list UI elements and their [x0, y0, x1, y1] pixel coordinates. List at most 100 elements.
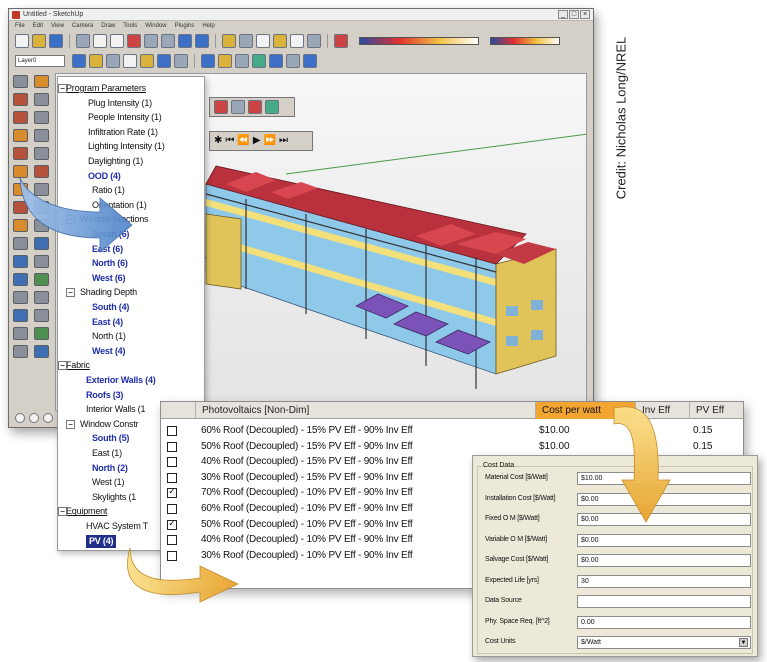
cost-field-input[interactable]: $0.00	[577, 554, 751, 567]
plugin-tool-icon[interactable]	[201, 54, 215, 68]
tree-item[interactable]: Exterior Walls (4)	[86, 374, 156, 387]
cost-field-input[interactable]: 30	[577, 574, 751, 588]
plugin-tool-icon[interactable]	[265, 100, 279, 114]
new-file-icon[interactable]	[15, 34, 29, 48]
circle-icon[interactable]	[13, 129, 28, 142]
tree-item[interactable]: Daylighting (1)	[88, 155, 143, 168]
pan-icon[interactable]	[33, 273, 49, 286]
copy-icon[interactable]	[93, 34, 107, 48]
collapse-toggle-icon[interactable]: −	[66, 288, 75, 298]
plugin-tool-icon[interactable]	[269, 54, 283, 68]
column-header-inv-eff[interactable]: Inv Eff	[635, 402, 689, 419]
open-folder-icon[interactable]	[32, 34, 46, 48]
status-icon[interactable]	[29, 413, 39, 423]
polygon-icon[interactable]	[13, 147, 28, 160]
right-view-icon[interactable]	[273, 34, 287, 48]
freehand-icon[interactable]	[33, 147, 49, 160]
column-header-cost-per-watt[interactable]: Cost per watt	[535, 402, 635, 419]
collapse-toggle-icon[interactable]: −	[66, 419, 75, 429]
left-view-icon[interactable]	[307, 34, 321, 48]
menu-help[interactable]: Help	[202, 21, 214, 31]
checkbox[interactable]	[167, 441, 177, 452]
menu-view[interactable]: View	[51, 21, 64, 31]
line-icon[interactable]	[33, 111, 49, 124]
section-plane-icon[interactable]	[33, 345, 49, 358]
tree-item[interactable]: South (5)	[92, 432, 129, 445]
tree-item[interactable]: West (1)	[92, 476, 124, 489]
save-icon[interactable]	[49, 34, 63, 48]
tree-item[interactable]: Program Parameters	[66, 82, 146, 95]
tree-item[interactable]: Infiltration Rate (1)	[88, 126, 158, 139]
cost-field-input[interactable]: $10.00	[577, 472, 751, 485]
checkbox[interactable]	[167, 426, 177, 436]
text-tool-icon[interactable]	[33, 237, 49, 250]
cost-units-select[interactable]: $/Watt ▼	[577, 636, 751, 649]
tree-item[interactable]: West (6)	[92, 272, 125, 285]
model-info-icon[interactable]	[195, 34, 209, 48]
cost-field-input[interactable]: $0.00	[577, 492, 751, 506]
look-around-icon[interactable]	[13, 345, 28, 358]
orbit-icon[interactable]	[13, 273, 28, 286]
checkbox[interactable]	[167, 504, 177, 514]
position-camera-icon[interactable]	[13, 327, 28, 340]
tree-item[interactable]: North (6)	[92, 257, 128, 270]
play-icon[interactable]: ▶	[253, 136, 261, 146]
3d-text-icon[interactable]	[33, 255, 49, 268]
checked-checkbox[interactable]: ✓	[167, 519, 177, 530]
status-icon[interactable]	[43, 413, 53, 423]
tree-item[interactable]: East (6)	[92, 243, 123, 256]
cost-field-input[interactable]: $0.00	[577, 513, 751, 526]
menu-camera[interactable]: Camera	[72, 21, 93, 31]
tree-item[interactable]: People Intensity (1)	[88, 111, 162, 124]
checked-checkbox[interactable]: ✓	[167, 488, 177, 499]
pencil-icon[interactable]	[33, 93, 49, 106]
fast-forward-icon[interactable]: ⏩	[264, 136, 276, 146]
tree-item[interactable]: Plug Intensity (1)	[88, 97, 152, 110]
offset-icon[interactable]	[33, 201, 49, 214]
menu-tools[interactable]: Tools	[123, 21, 137, 31]
checkbox[interactable]	[167, 472, 177, 483]
plugin-tool-icon[interactable]	[231, 100, 245, 114]
plugin-tool-icon[interactable]	[248, 100, 262, 114]
plugin-tool-icon[interactable]	[214, 100, 228, 114]
walk-icon[interactable]	[33, 327, 49, 340]
iso-view-icon[interactable]	[222, 34, 236, 48]
zoom-window-icon[interactable]	[33, 291, 49, 304]
tree-item[interactable]: Orientation (1)	[92, 199, 147, 212]
table-row[interactable]: 50% Roof (Decoupled) - 15% PV Eff - 90% …	[161, 440, 743, 455]
shadow-date-slider[interactable]	[490, 37, 560, 45]
menu-draw[interactable]: Draw	[101, 21, 115, 31]
collapse-toggle-icon[interactable]: −	[58, 361, 67, 371]
tree-item[interactable]: Shading Depth	[80, 286, 137, 299]
chevron-down-icon[interactable]: ▼	[739, 638, 748, 647]
tree-item[interactable]: Interior Walls (1	[86, 403, 145, 416]
layer-select[interactable]: Layer0	[15, 55, 65, 67]
status-icon[interactable]	[15, 413, 25, 423]
tree-item[interactable]: Fabric	[66, 359, 90, 372]
first-frame-icon[interactable]: ⏮	[225, 136, 234, 146]
zoom-icon[interactable]	[13, 291, 28, 304]
rewind-icon[interactable]: ⏪	[237, 136, 249, 146]
tree-item[interactable]: North (1)	[92, 330, 126, 343]
collapse-toggle-icon[interactable]: −	[58, 84, 67, 93]
arc-icon[interactable]	[33, 129, 49, 142]
column-header-photovoltaics[interactable]: Photovoltaics [Non-Dim]	[195, 402, 535, 419]
undo-icon[interactable]	[144, 34, 158, 48]
paint-bucket-icon[interactable]	[33, 75, 49, 88]
layer-manager-icon[interactable]	[72, 54, 86, 68]
tree-item[interactable]: North (2)	[92, 462, 128, 475]
shaded-icon[interactable]	[140, 54, 154, 68]
xray-icon[interactable]	[89, 54, 103, 68]
push-pull-icon[interactable]	[13, 165, 28, 178]
select-tool-icon[interactable]	[13, 75, 28, 88]
textured-icon[interactable]	[157, 54, 171, 68]
dimension-icon[interactable]	[33, 219, 49, 232]
checkbox[interactable]	[167, 457, 177, 468]
minimize-icon[interactable]: _	[558, 10, 568, 19]
plugin-tool-icon[interactable]	[218, 54, 232, 68]
tree-item[interactable]: Equipment	[66, 505, 107, 518]
tree-item[interactable]: Skylights (1	[92, 491, 136, 504]
checkbox[interactable]	[167, 535, 177, 546]
last-frame-icon[interactable]: ⏭	[279, 136, 288, 146]
plugin-tool-icon[interactable]	[286, 54, 300, 68]
